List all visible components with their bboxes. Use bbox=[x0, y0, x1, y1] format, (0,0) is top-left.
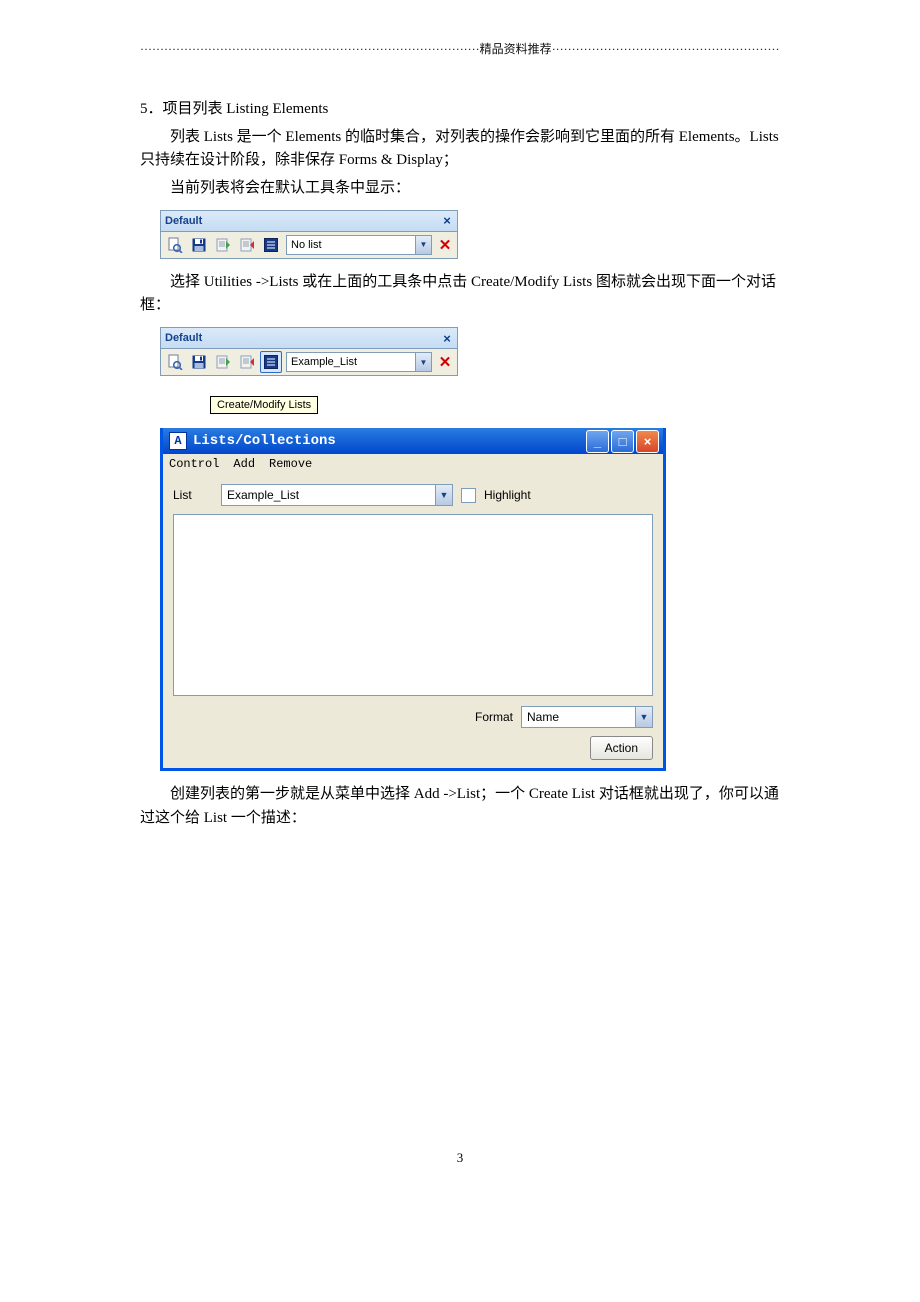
remove-from-list-icon[interactable] bbox=[236, 351, 258, 373]
highlight-label: Highlight bbox=[484, 488, 531, 502]
create-modify-lists-icon[interactable] bbox=[260, 351, 282, 373]
close-icon[interactable]: × bbox=[440, 213, 454, 228]
app-icon: A bbox=[169, 432, 187, 450]
default-toolbar-2: Default × Example_List ▼ ✕ bbox=[160, 327, 458, 376]
list-contents-box[interactable] bbox=[173, 514, 653, 696]
list-select-combo[interactable]: Example_List ▼ bbox=[286, 352, 432, 372]
default-toolbar-1: Default × No list ▼ ✕ bbox=[160, 210, 458, 259]
list-combo-value: No list bbox=[287, 239, 415, 251]
close-icon[interactable]: × bbox=[440, 331, 454, 346]
page-search-icon[interactable] bbox=[164, 351, 186, 373]
list-label: List bbox=[173, 488, 213, 502]
list-combo-value: Example_List bbox=[287, 356, 415, 368]
lists-collections-window: A Lists/Collections ­_ □ × Control Add R… bbox=[160, 428, 666, 771]
toolbar-titlebar[interactable]: Default × bbox=[161, 211, 457, 232]
menu-remove[interactable]: Remove bbox=[269, 457, 312, 471]
close-button[interactable]: × bbox=[636, 430, 659, 453]
dropdown-icon[interactable]: ▼ bbox=[415, 353, 431, 371]
format-combo[interactable]: Name ▼ bbox=[521, 706, 653, 728]
window-menubar: Control Add Remove bbox=[163, 454, 663, 474]
format-value: Name bbox=[522, 710, 635, 724]
toolbar-title-text: Default bbox=[165, 215, 202, 227]
paragraph-3: 选择 Utilities ->Lists 或在上面的工具条中点击 Create/… bbox=[140, 271, 780, 318]
dropdown-icon[interactable]: ▼ bbox=[635, 707, 652, 727]
list-select-combo[interactable]: No list ▼ bbox=[286, 235, 432, 255]
highlight-checkbox[interactable] bbox=[461, 488, 476, 503]
action-button[interactable]: Action bbox=[590, 736, 653, 760]
list-name-value: Example_List bbox=[222, 488, 435, 502]
page-search-icon[interactable] bbox=[164, 234, 186, 256]
paragraph-4: 创建列表的第一步就是从菜单中选择 Add ->List；一个 Create Li… bbox=[140, 783, 780, 830]
menu-control[interactable]: Control bbox=[169, 457, 219, 471]
dropdown-icon[interactable]: ▼ bbox=[415, 236, 431, 254]
add-to-list-icon[interactable] bbox=[212, 234, 234, 256]
format-label: Format bbox=[475, 710, 513, 724]
menu-add[interactable]: Add bbox=[233, 457, 255, 471]
minimize-button[interactable]: ­_ bbox=[586, 430, 609, 453]
maximize-button[interactable]: □ bbox=[611, 430, 634, 453]
toolbar-title-text: Default bbox=[165, 332, 202, 344]
tooltip-create-modify-lists: Create/Modify Lists bbox=[210, 396, 318, 414]
clear-list-icon[interactable]: ✕ bbox=[436, 236, 454, 254]
page-number: 3 bbox=[140, 1150, 780, 1166]
save-icon[interactable] bbox=[188, 234, 210, 256]
dropdown-icon[interactable]: ▼ bbox=[435, 485, 452, 505]
paragraph-intro-2: 当前列表将会在默认工具条中显示： bbox=[140, 177, 780, 200]
clear-list-icon[interactable]: ✕ bbox=[436, 353, 454, 371]
paragraph-intro-1: 列表 Lists 是一个 Elements 的临时集合，对列表的操作会影响到它里… bbox=[140, 126, 780, 173]
save-icon[interactable] bbox=[188, 351, 210, 373]
remove-from-list-icon[interactable] bbox=[236, 234, 258, 256]
create-modify-lists-icon[interactable] bbox=[260, 234, 282, 256]
header-rule: ········································… bbox=[140, 40, 780, 57]
window-titlebar[interactable]: A Lists/Collections ­_ □ × bbox=[163, 428, 663, 454]
window-title: Lists/Collections bbox=[193, 433, 336, 449]
add-to-list-icon[interactable] bbox=[212, 351, 234, 373]
section-title: 5．项目列表 Listing Elements bbox=[140, 97, 780, 118]
list-name-combo[interactable]: Example_List ▼ bbox=[221, 484, 453, 506]
toolbar-titlebar[interactable]: Default × bbox=[161, 328, 457, 349]
